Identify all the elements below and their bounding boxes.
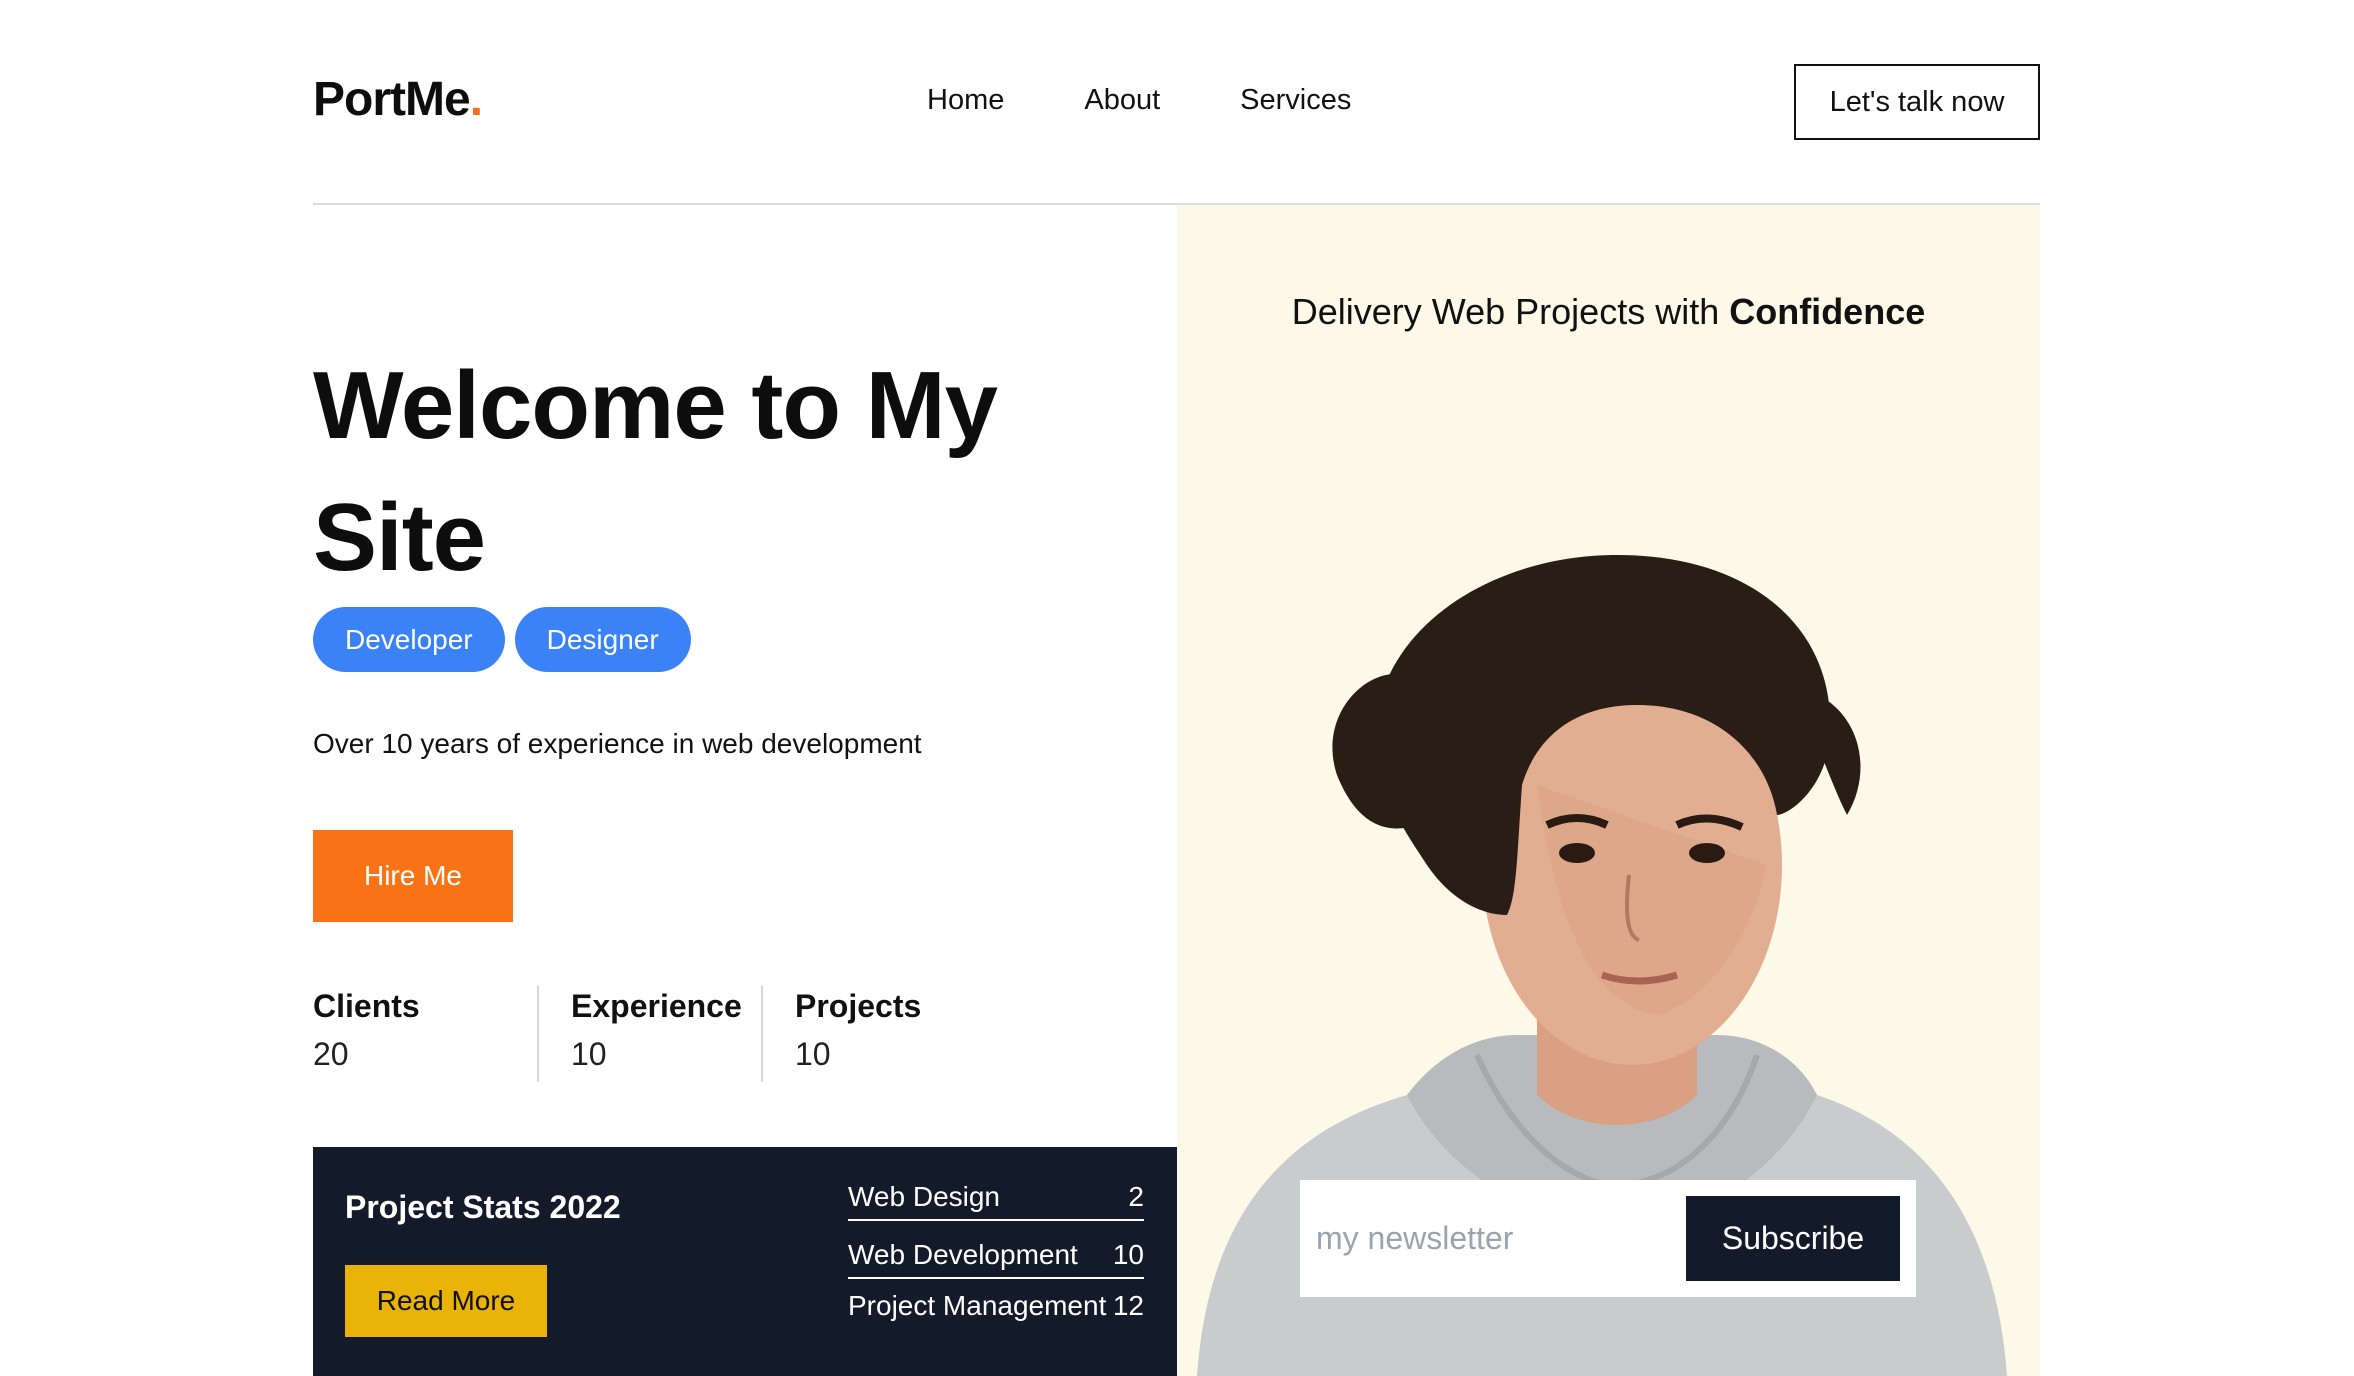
showcase-tagline: Delivery Web Projects with Confidence — [1177, 291, 2040, 333]
stat-value: 20 — [313, 1036, 349, 1072]
item-name: Web Development — [848, 1239, 1078, 1270]
item-count: 10 — [1112, 1239, 1144, 1270]
project-stats-title: Project Stats 2022 — [345, 1189, 621, 1225]
list-item: Project Management 12 — [848, 1283, 1144, 1329]
tagline-prefix: Delivery Web Projects with — [1291, 291, 1730, 332]
list-item: Web Design 2 — [848, 1175, 1144, 1221]
item-count: 12 — [1112, 1290, 1144, 1321]
nav-about[interactable]: About — [1084, 84, 1160, 117]
stat-label: Projects — [795, 988, 922, 1024]
tagline-bold: Confidence — [1729, 291, 1926, 332]
stats-row: Clients 20 Experience 10 Projects 10 — [313, 986, 939, 1082]
nav-home[interactable]: Home — [927, 84, 1004, 117]
list-item: Web Development 10 — [848, 1233, 1144, 1279]
stat-label: Clients — [313, 988, 420, 1024]
logo-dot: . — [469, 73, 483, 126]
newsletter-form: Subscribe — [1300, 1180, 1916, 1297]
main-nav: Home About Services — [927, 84, 1351, 117]
role-tags: Developer Designer — [313, 607, 691, 672]
stat-experience: Experience 10 — [537, 986, 761, 1082]
stat-value: 10 — [571, 1036, 607, 1072]
stat-label: Experience — [571, 988, 742, 1024]
page: PortMe. Home About Services Let's talk n… — [0, 0, 2354, 1376]
project-stats-list: Web Design 2 Web Development 10 Project … — [848, 1175, 1144, 1329]
item-name: Project Management — [848, 1290, 1107, 1321]
project-stats-panel: Project Stats 2022 Read More Web Design … — [313, 1147, 1177, 1376]
intro-text: Over 10 years of experience in web devel… — [313, 728, 922, 759]
stat-clients: Clients 20 — [313, 986, 537, 1082]
tag-developer[interactable]: Developer — [313, 607, 505, 672]
stat-value: 10 — [795, 1036, 831, 1072]
logo-text: PortMe — [313, 73, 471, 126]
nav-services[interactable]: Services — [1240, 84, 1351, 117]
showcase-panel: Delivery Web Projects with Confidence my… — [1177, 205, 2040, 1376]
logo[interactable]: PortMe. — [313, 72, 483, 127]
tag-designer[interactable]: Designer — [514, 607, 691, 672]
stat-projects: Projects 10 — [761, 986, 939, 1082]
newsletter-input[interactable] — [1316, 1208, 1686, 1269]
item-name: Web Design — [848, 1181, 1001, 1212]
lets-talk-button[interactable]: Let's talk now — [1794, 64, 2040, 140]
read-more-button[interactable]: Read More — [345, 1265, 547, 1337]
subscribe-button[interactable]: Subscribe — [1686, 1196, 1900, 1281]
item-count: 2 — [1128, 1181, 1144, 1212]
hire-me-button[interactable]: Hire Me — [313, 830, 513, 922]
hero-title: Welcome to My Site — [313, 352, 998, 591]
